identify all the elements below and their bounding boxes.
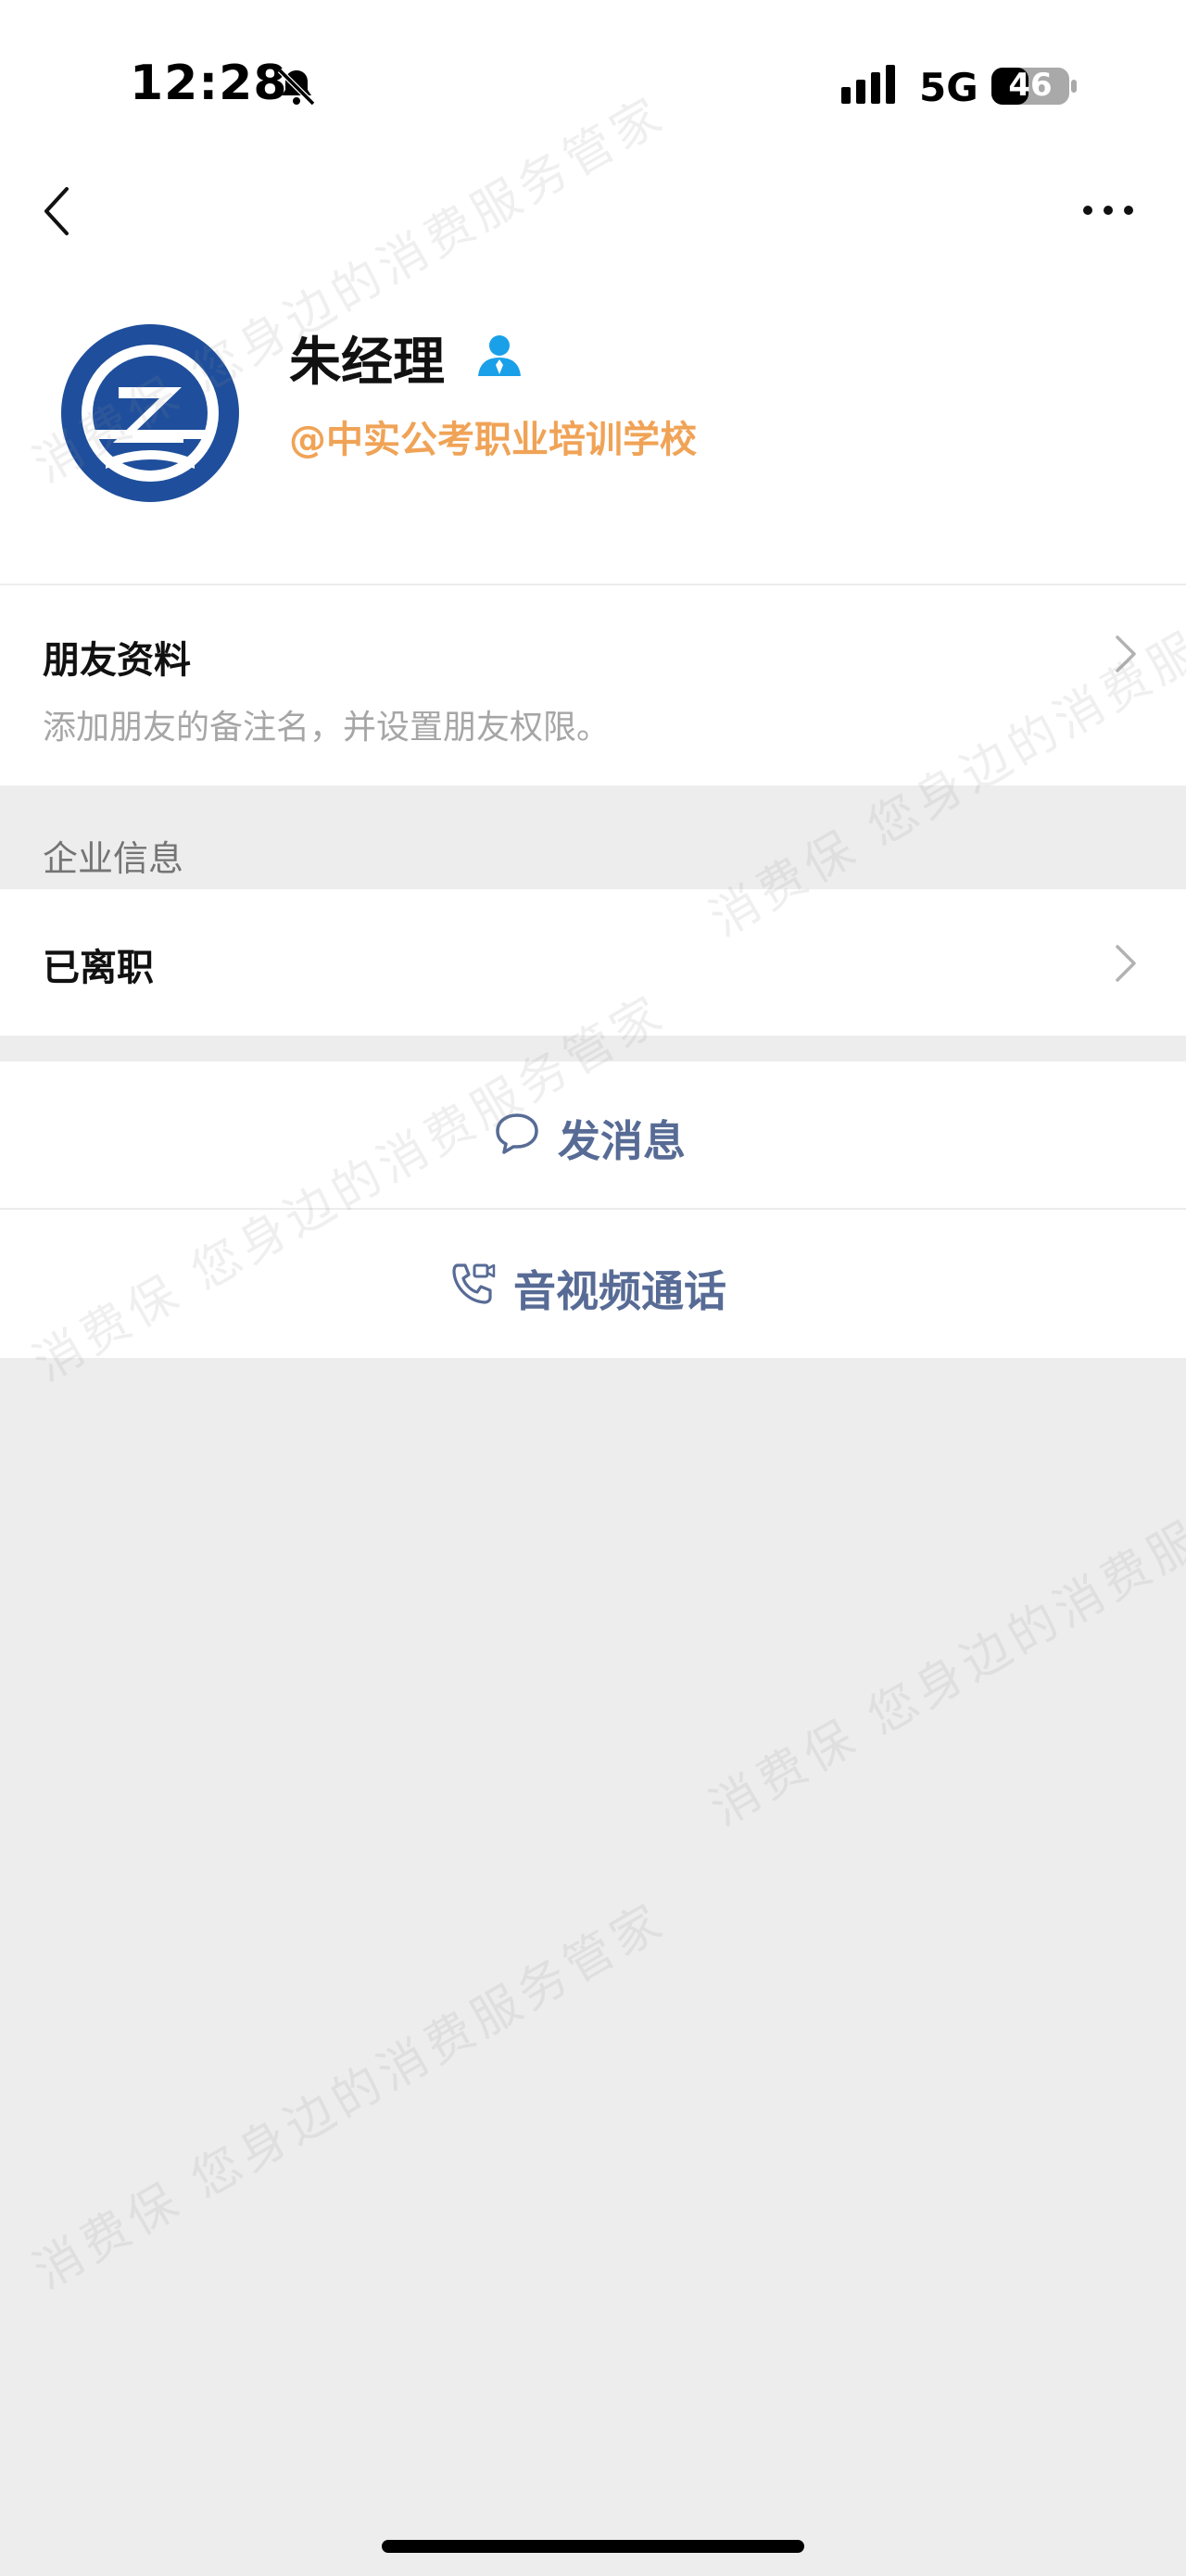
- home-indicator[interactable]: [382, 2540, 804, 2553]
- friend-info-title: 朋友资料: [43, 639, 191, 682]
- battery-level: 46: [1008, 67, 1053, 104]
- chevron-right-icon: [1116, 945, 1136, 982]
- back-arrow-icon[interactable]: [37, 182, 78, 241]
- bell-muted-icon: [277, 68, 316, 107]
- phone-video-icon: [452, 1263, 496, 1304]
- enterprise-status-label: 已离职: [43, 947, 154, 989]
- chat-bubble-icon: [496, 1113, 538, 1154]
- more-options-icon[interactable]: [1080, 196, 1136, 224]
- person-badge-icon: [478, 335, 521, 376]
- status-time: 12:28: [130, 56, 288, 111]
- chevron-right-icon: [1116, 635, 1136, 672]
- enterprise-section-label: 企业信息: [43, 838, 184, 879]
- signal-strength-icon: [841, 65, 895, 104]
- friend-info-row[interactable]: [0, 585, 1186, 785]
- company-name[interactable]: @中实公考职业培训学校: [289, 409, 697, 463]
- friend-info-description: 添加朋友的备注名，并设置朋友权限。: [43, 709, 611, 747]
- avatar[interactable]: [57, 320, 243, 506]
- watermark-text: 消费保 您身边的消费服务管家: [24, 1891, 675, 2301]
- enterprise-status-row[interactable]: [0, 889, 1186, 1036]
- voice-video-call-label: 音视频通话: [513, 1266, 726, 1316]
- contact-name: 朱经理: [289, 333, 445, 393]
- contact-profile-page: 12:28 5G 46 朱经理 @中实公考职业培训学校 朋友资料 添加朋友的备注…: [0, 0, 1186, 2576]
- send-message-label: 发消息: [558, 1116, 686, 1166]
- navigation-bar: [0, 176, 1186, 296]
- watermark-text: 消费保 您身边的消费服务管家: [700, 1428, 1186, 1838]
- network-type: 5G: [919, 65, 978, 110]
